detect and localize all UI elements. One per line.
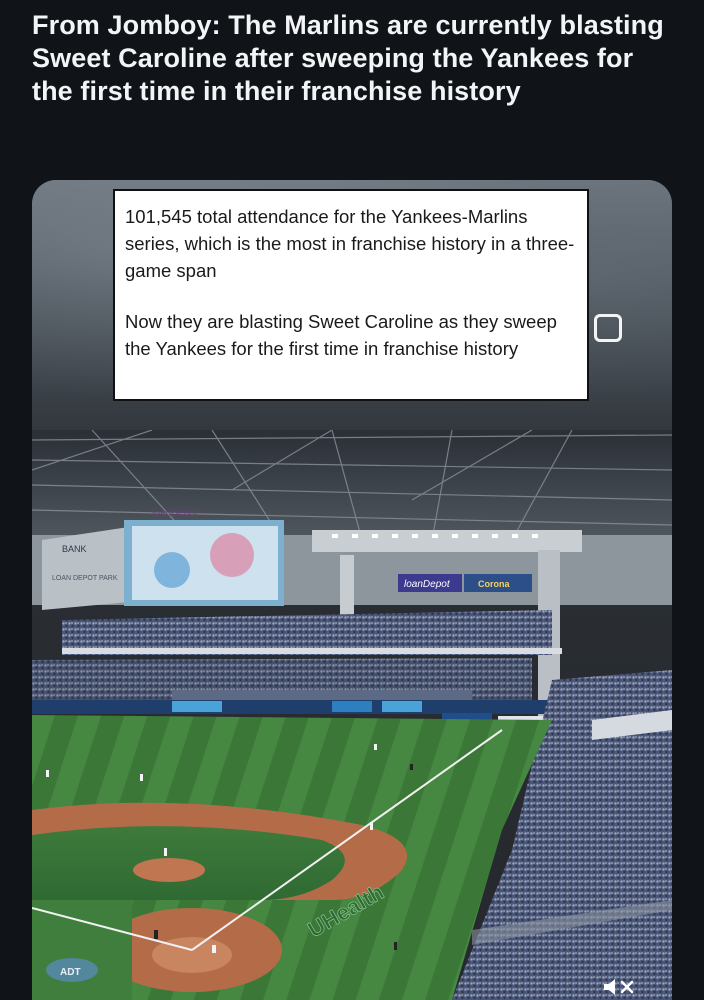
quote-card: 101,545 total attendance for the Yankees… <box>113 189 589 401</box>
square-outline-icon[interactable] <box>594 314 622 342</box>
quote-paragraph-2: Now they are blasting Sweet Caroline as … <box>125 311 557 359</box>
corona-sign: Corona <box>478 579 510 589</box>
quote-paragraph-1: 101,545 total attendance for the Yankees… <box>125 206 575 281</box>
board-loandepot: loanDepot <box>152 508 198 519</box>
post-screen: From Jomboy: The Marlins are currently b… <box>0 0 704 1000</box>
speaker-muted-icon[interactable] <box>600 976 640 998</box>
stadium-photo: BANK LOAN DEPOT PARK loanDepot loanDepot… <box>32 430 672 1000</box>
loandepot-sign: loanDepot <box>404 579 451 590</box>
post-media[interactable]: 101,545 total attendance for the Yankees… <box>32 180 672 1000</box>
field-adt-logo: ADT <box>60 967 81 978</box>
left-sign: LOAN DEPOT PARK <box>52 575 118 582</box>
post-title: From Jomboy: The Marlins are currently b… <box>32 10 664 106</box>
stadium-illustration: BANK LOAN DEPOT PARK loanDepot loanDepot… <box>32 430 672 1000</box>
bank-sign: BANK <box>62 544 87 554</box>
